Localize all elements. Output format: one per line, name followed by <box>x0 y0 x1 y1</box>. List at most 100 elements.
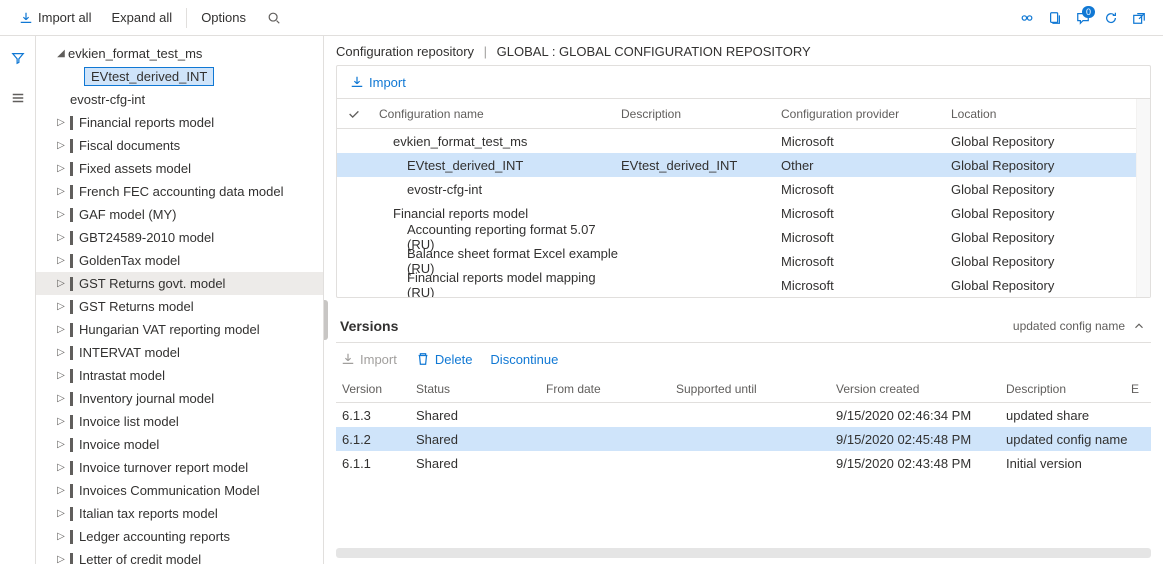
download-icon <box>349 74 365 90</box>
caret-right-icon: ▷ <box>54 140 68 151</box>
version-row[interactable]: 6.1.2Shared9/15/2020 02:45:48 PMupdated … <box>336 427 1151 451</box>
config-row[interactable]: evkien_format_test_msMicrosoftGlobal Rep… <box>337 129 1136 153</box>
cell-prov: Other <box>781 158 951 173</box>
trash-icon <box>415 351 431 367</box>
tree-bar-icon <box>70 553 73 564</box>
tree-item[interactable]: ▷Italian tax reports model <box>36 502 323 525</box>
tree-item-label: Intrastat model <box>79 368 165 383</box>
config-row[interactable]: EVtest_derived_INTEVtest_derived_INTOthe… <box>337 153 1136 177</box>
expand-all-label: Expand all <box>111 10 172 25</box>
import-all-button[interactable]: Import all <box>8 6 101 30</box>
tree-item[interactable]: ▷Invoice model <box>36 433 323 456</box>
caret-right-icon: ▷ <box>54 117 68 128</box>
cell-name: evostr-cfg-int <box>371 182 621 197</box>
tree-item[interactable]: ▷Intrastat model <box>36 364 323 387</box>
tree-item[interactable]: ▷GST Returns govt. model <box>36 272 323 295</box>
filter-button[interactable] <box>4 44 32 72</box>
tree-item[interactable]: ▷Invoice turnover report model <box>36 456 323 479</box>
import-all-label: Import all <box>38 10 91 25</box>
cell-loc: Global Repository <box>951 134 1136 149</box>
tree-root[interactable]: ◢ evkien_format_test_ms <box>36 42 323 65</box>
tree-bar-icon <box>70 415 73 429</box>
tree-item[interactable]: ▷Fiscal documents <box>36 134 323 157</box>
tree-child-item[interactable]: evostr-cfg-int <box>36 88 323 111</box>
version-discontinue-button[interactable]: Discontinue <box>486 349 562 369</box>
tree-item[interactable]: ▷Hungarian VAT reporting model <box>36 318 323 341</box>
link-icon[interactable] <box>1019 10 1035 26</box>
tree-item-label: Letter of credit model <box>79 552 201 564</box>
configs-scrollbar[interactable] <box>1136 99 1150 297</box>
tree-item[interactable]: ▷Letter of credit model <box>36 548 323 564</box>
version-row[interactable]: 6.1.1Shared9/15/2020 02:43:48 PMInitial … <box>336 451 1151 475</box>
options-button[interactable]: Options <box>191 6 256 29</box>
tree-bar-icon <box>70 300 73 314</box>
configs-body[interactable]: evkien_format_test_msMicrosoftGlobal Rep… <box>337 129 1136 297</box>
select-all-check[interactable] <box>337 107 371 121</box>
cell-prov: Microsoft <box>781 278 951 293</box>
version-row[interactable]: 6.1.3Shared9/15/2020 02:46:34 PMupdated … <box>336 403 1151 427</box>
version-delete-button[interactable]: Delete <box>411 349 477 369</box>
breadcrumb-sep: | <box>484 44 487 59</box>
caret-right-icon: ▷ <box>54 186 68 197</box>
cell-desc: EVtest_derived_INT <box>621 158 781 173</box>
col-extra[interactable]: E <box>1131 382 1151 396</box>
col-desc[interactable]: Description <box>1006 382 1131 396</box>
col-config-name[interactable]: Configuration name <box>371 107 621 121</box>
tree-item[interactable]: ▷Ledger accounting reports <box>36 525 323 548</box>
cell-version: 6.1.1 <box>336 456 416 471</box>
col-description[interactable]: Description <box>621 107 781 121</box>
popout-icon[interactable] <box>1131 10 1147 26</box>
versions-body[interactable]: 6.1.3Shared9/15/2020 02:46:34 PMupdated … <box>336 403 1151 475</box>
tree-item-label: GST Returns model <box>79 299 194 314</box>
col-version[interactable]: Version <box>336 382 416 396</box>
tree-item-label: Invoice turnover report model <box>79 460 248 475</box>
col-supported[interactable]: Supported until <box>676 382 836 396</box>
configs-header: Configuration name Description Configura… <box>337 99 1136 129</box>
tree-bar-icon <box>70 461 73 475</box>
tree-item-label: INTERVAT model <box>79 345 180 360</box>
tree-item[interactable]: ▷Invoice list model <box>36 410 323 433</box>
tree-item[interactable]: ▷French FEC accounting data model <box>36 180 323 203</box>
tree-bar-icon <box>70 277 73 291</box>
tree-item[interactable]: ▷INTERVAT model <box>36 341 323 364</box>
tree-panel[interactable]: ◢ evkien_format_test_ms EVtest_derived_I… <box>36 36 324 564</box>
list-button[interactable] <box>4 84 32 112</box>
cell-prov: Microsoft <box>781 182 951 197</box>
import-button[interactable]: Import <box>345 72 410 92</box>
version-discontinue-label: Discontinue <box>490 352 558 367</box>
left-rail <box>0 36 36 564</box>
tree-selected-item[interactable]: EVtest_derived_INT <box>36 65 323 88</box>
tree-item[interactable]: ▷Financial reports model <box>36 111 323 134</box>
header-bar: Configuration repository | GLOBAL : GLOB… <box>324 36 1163 65</box>
cell-prov: Microsoft <box>781 206 951 221</box>
tree-bar-icon <box>70 116 73 130</box>
tree-item[interactable]: ▷Fixed assets model <box>36 157 323 180</box>
attachments-icon[interactable] <box>1047 10 1063 26</box>
col-created[interactable]: Version created <box>836 382 1006 396</box>
tree-item[interactable]: ▷GoldenTax model <box>36 249 323 272</box>
chevron-up-icon[interactable] <box>1131 318 1147 334</box>
col-from[interactable]: From date <box>546 382 676 396</box>
tree-item[interactable]: ▷GAF model (MY) <box>36 203 323 226</box>
search-button[interactable] <box>256 6 292 30</box>
tree-item-label: Ledger accounting reports <box>79 529 230 544</box>
refresh-icon[interactable] <box>1103 10 1119 26</box>
col-location[interactable]: Location <box>951 107 1136 121</box>
messages-icon[interactable]: 0 <box>1075 10 1091 26</box>
tree-item[interactable]: ▷Invoices Communication Model <box>36 479 323 502</box>
horizontal-scrollbar[interactable] <box>336 548 1151 558</box>
tree-selected-label: EVtest_derived_INT <box>84 67 214 86</box>
resize-handle[interactable] <box>324 300 328 340</box>
expand-all-button[interactable]: Expand all <box>101 6 182 29</box>
version-delete-label: Delete <box>435 352 473 367</box>
cell-vdesc: Initial version <box>1006 456 1131 471</box>
config-row[interactable]: Financial reports model mapping (RU)Micr… <box>337 273 1136 297</box>
tree-item[interactable]: ▷GST Returns model <box>36 295 323 318</box>
col-status[interactable]: Status <box>416 382 546 396</box>
tree-item[interactable]: ▷GBT24589-2010 model <box>36 226 323 249</box>
versions-header: Version Status From date Supported until… <box>336 375 1151 403</box>
version-import-button[interactable]: Import <box>336 349 401 369</box>
tree-item[interactable]: ▷Inventory journal model <box>36 387 323 410</box>
config-row[interactable]: evostr-cfg-intMicrosoftGlobal Repository <box>337 177 1136 201</box>
col-provider[interactable]: Configuration provider <box>781 107 951 121</box>
